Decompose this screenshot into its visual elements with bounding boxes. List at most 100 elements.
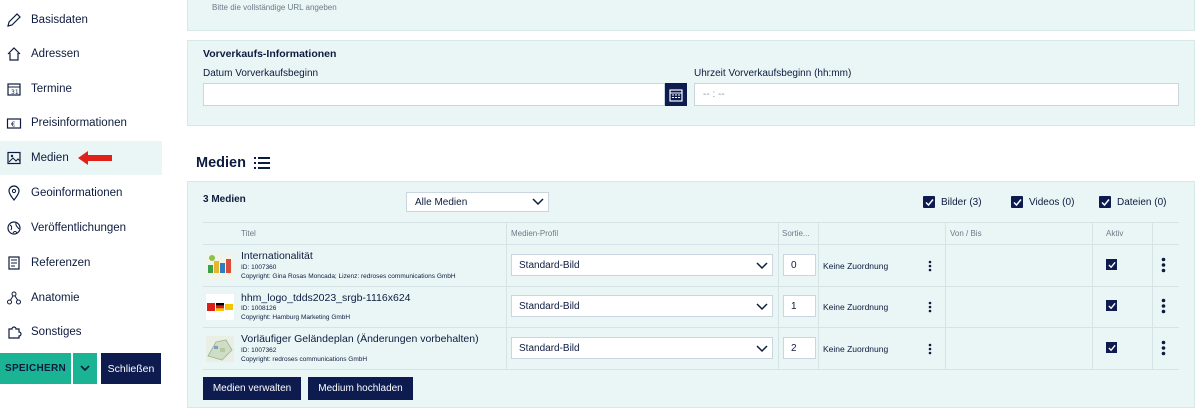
- sidebar-item-sonstiges[interactable]: Sonstiges: [0, 315, 162, 349]
- sidebar-item-geoinformationen[interactable]: Geoinformationen: [0, 176, 162, 210]
- media-profile-value: Standard-Bild: [519, 300, 580, 312]
- checkbox-label: Videos (0): [1029, 196, 1075, 208]
- sidebar-item-label: Veröffentlichungen: [31, 222, 127, 234]
- media-title: Internationalität: [241, 250, 313, 262]
- table-divider: [778, 222, 779, 369]
- checkbox-icon: [1099, 196, 1111, 208]
- sort-input[interactable]: 2: [783, 337, 816, 359]
- sidebar-item-veroeffentlichungen[interactable]: Veröffentlichungen: [0, 211, 162, 245]
- time-input[interactable]: -- : --: [694, 83, 1179, 106]
- table-divider: [203, 244, 1179, 245]
- checkbox-icon: [1011, 196, 1023, 208]
- column-header-sort: Sortie...: [782, 229, 810, 238]
- chevron-down-icon: [532, 198, 544, 206]
- row-menu-icon[interactable]: [1161, 340, 1166, 356]
- checkbox-label: Bilder (3): [941, 196, 982, 208]
- media-section-title: Medien: [196, 155, 246, 171]
- sort-input[interactable]: 0: [783, 254, 816, 276]
- date-input[interactable]: [203, 83, 665, 106]
- checkbox-icon: [923, 196, 935, 208]
- row-menu-icon[interactable]: [1161, 298, 1166, 314]
- active-checkbox[interactable]: [1106, 300, 1117, 311]
- checkbox-images[interactable]: Bilder (3): [923, 196, 982, 208]
- media-filter-value: Alle Medien: [415, 196, 468, 208]
- media-thumbnail[interactable]: [206, 253, 234, 279]
- column-header-profile: Medien-Profil: [511, 229, 559, 238]
- network-icon: [6, 290, 22, 306]
- document-icon: [6, 255, 22, 271]
- puzzle-icon: [6, 324, 22, 340]
- sidebar-item-basisdaten[interactable]: Basisdaten: [0, 3, 162, 37]
- sidebar-item-anatomie[interactable]: Anatomie: [0, 281, 162, 315]
- image-icon: [6, 150, 22, 166]
- map-pin-icon: [6, 185, 22, 201]
- sidebar-item-label: Basisdaten: [31, 14, 88, 26]
- date-picker-button[interactable]: [665, 83, 687, 106]
- table-divider: [203, 369, 1179, 370]
- kebab-menu-icon[interactable]: [928, 301, 932, 313]
- active-checkbox[interactable]: [1106, 342, 1117, 353]
- row-menu-icon[interactable]: [1161, 257, 1166, 273]
- media-thumbnail[interactable]: [206, 294, 234, 320]
- media-profile-select[interactable]: Standard-Bild: [511, 254, 773, 276]
- media-id: ID: 1008126: [241, 305, 277, 312]
- house-icon: [6, 46, 22, 62]
- media-profile-value: Standard-Bild: [519, 259, 580, 271]
- media-count: 3 Medien: [203, 194, 246, 205]
- sidebar-item-label: Geoinformationen: [31, 187, 123, 199]
- sidebar-item-preisinformationen[interactable]: € Preisinformationen: [0, 106, 162, 140]
- list-icon[interactable]: [254, 156, 270, 170]
- media-thumbnail[interactable]: [206, 336, 234, 362]
- checkbox-files[interactable]: Dateien (0): [1099, 196, 1166, 208]
- sidebar-item-adressen[interactable]: Adressen: [0, 37, 162, 71]
- chevron-down-icon: [80, 365, 90, 372]
- save-options-button[interactable]: [72, 353, 97, 384]
- sidebar-item-label: Anatomie: [31, 292, 80, 304]
- save-button[interactable]: SPEICHERN: [0, 353, 71, 384]
- upload-media-button[interactable]: Medium hochladen: [308, 377, 413, 400]
- table-divider: [945, 222, 946, 369]
- kebab-menu-icon[interactable]: [928, 260, 932, 272]
- assignment-text: Keine Zuordnung: [823, 302, 889, 312]
- media-profile-select[interactable]: Standard-Bild: [511, 295, 773, 317]
- checkbox-videos[interactable]: Videos (0): [1011, 196, 1074, 208]
- chevron-down-icon: [756, 262, 768, 270]
- media-id: ID: 1007360: [241, 264, 277, 271]
- assignment-text: Keine Zuordnung: [823, 344, 889, 354]
- media-copyright: Copyright: Gina Rosas Moncada; Lizenz: r…: [241, 273, 456, 280]
- sidebar-item-termine[interactable]: 31 Termine: [0, 72, 162, 106]
- media-copyright: Copyright: Hamburg Marketing GmbH: [241, 314, 351, 321]
- sidebar: Basisdaten Adressen 31 Termine € Preisin…: [0, 0, 162, 412]
- column-header-title: Titel: [241, 229, 256, 238]
- kebab-menu-icon[interactable]: [928, 343, 932, 355]
- table-divider: [203, 327, 1179, 328]
- manage-media-button[interactable]: Medien verwalten: [203, 377, 301, 400]
- media-profile-select[interactable]: Standard-Bild: [511, 337, 773, 359]
- checkmark-icon: [1107, 344, 1116, 351]
- red-arrow-icon: [78, 151, 112, 165]
- media-profile-value: Standard-Bild: [519, 342, 580, 354]
- globe-icon: [6, 220, 22, 236]
- table-divider: [1152, 222, 1153, 369]
- sort-input[interactable]: 1: [783, 295, 816, 317]
- url-panel: [187, 0, 1195, 31]
- sidebar-item-label: Preisinformationen: [31, 117, 127, 129]
- svg-text:31: 31: [11, 89, 19, 96]
- media-title: Vorläufiger Geländeplan (Änderungen vorb…: [241, 333, 479, 345]
- media-copyright: Copyright: redroses communications GmbH: [241, 356, 368, 363]
- active-checkbox[interactable]: [1106, 259, 1117, 270]
- column-header-active: Aktiv: [1106, 229, 1124, 238]
- pencil-icon: [6, 12, 22, 28]
- close-button[interactable]: Schließen: [101, 353, 161, 384]
- svg-text:€: €: [11, 121, 15, 129]
- sidebar-item-referenzen[interactable]: Referenzen: [0, 246, 162, 280]
- calendar-icon: [669, 88, 683, 102]
- chevron-down-icon: [756, 303, 768, 311]
- presale-title: Vorverkaufs-Informationen: [203, 48, 337, 60]
- table-divider: [203, 286, 1179, 287]
- table-divider: [203, 222, 1179, 223]
- date-label: Datum Vorverkaufsbeginn: [203, 68, 319, 79]
- media-id: ID: 1007362: [241, 347, 277, 354]
- url-hint: Bitte die vollständige URL angeben: [212, 3, 337, 12]
- media-filter-select[interactable]: Alle Medien: [406, 192, 549, 212]
